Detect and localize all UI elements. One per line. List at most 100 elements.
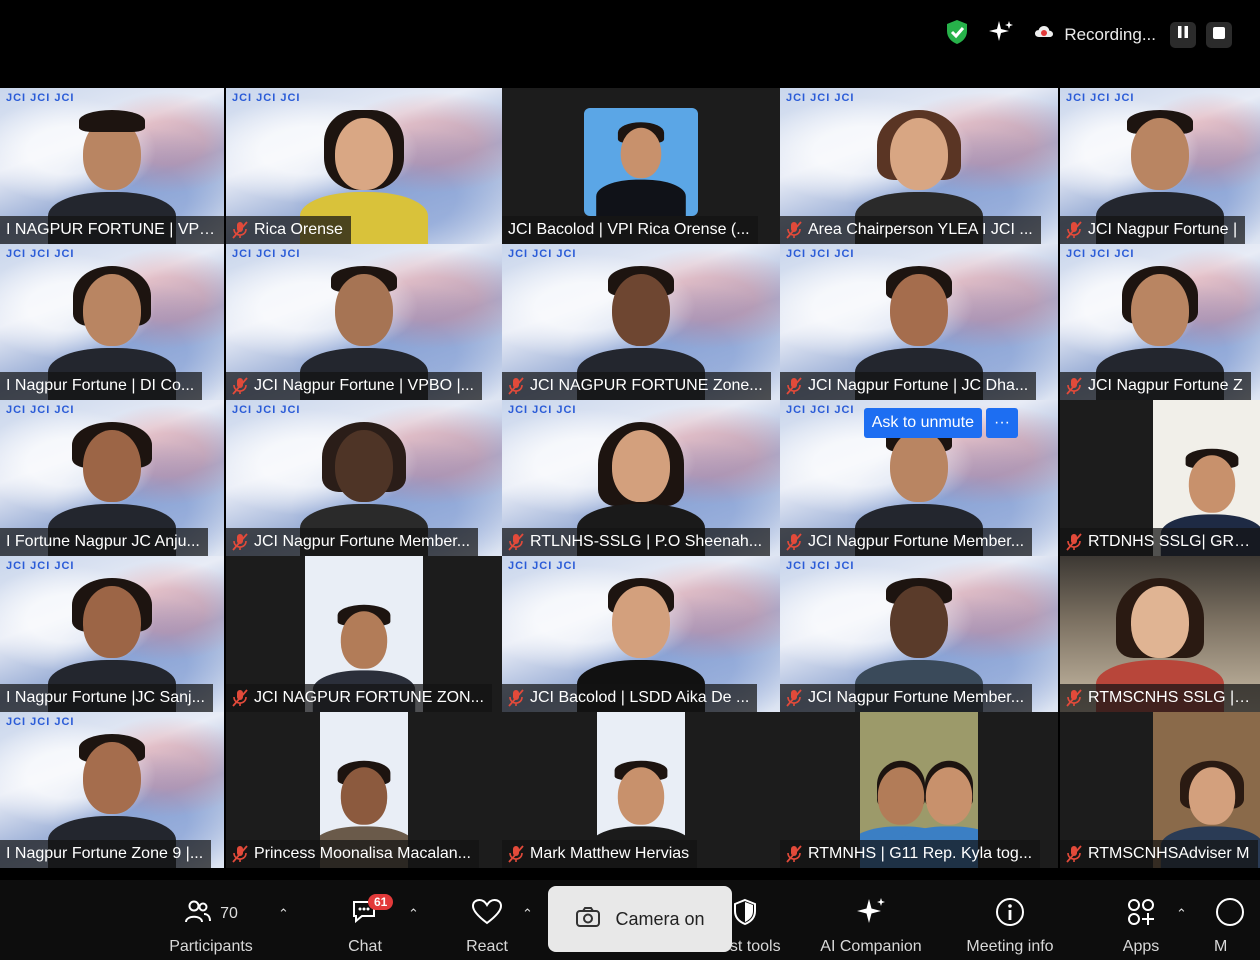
camera-icon — [575, 906, 601, 933]
pause-icon — [1177, 25, 1189, 44]
participant-tile[interactable]: JCI NAGPUR FORTUNE Zone... — [502, 244, 780, 400]
mic-muted-icon — [232, 845, 248, 863]
participant-name: Princess Moonalisa Macalan... — [254, 845, 471, 862]
participant-tile[interactable]: I NAGPUR FORTUNE | VP ... — [0, 88, 224, 244]
participant-tile[interactable]: I Nagpur Fortune Zone 9 |... — [0, 712, 224, 868]
participant-tile[interactable]: JCI Nagpur Fortune | JC Dha... — [780, 244, 1058, 400]
meeting-info-button[interactable]: Meeting info — [955, 896, 1065, 956]
participant-tile[interactable]: RTMSCNHS SSLG | Tr — [1060, 556, 1260, 712]
chat-unread-badge: 61 — [368, 894, 394, 910]
chat-caret-icon[interactable]: ⌃ — [408, 906, 419, 922]
heart-icon — [471, 898, 503, 931]
mic-muted-icon — [508, 533, 524, 551]
stop-recording-button[interactable] — [1206, 21, 1232, 48]
apps-icon — [1126, 897, 1156, 932]
participants-count: 70 — [220, 905, 238, 922]
camera-on-button[interactable]: Camera on — [548, 886, 732, 952]
participant-video — [584, 108, 698, 216]
participant-name: Mark Matthew Hervias — [530, 845, 690, 862]
participant-tile[interactable]: Mark Matthew Hervias — [502, 712, 780, 868]
mic-muted-icon — [1066, 221, 1082, 239]
participant-tile[interactable]: RTMNHS | G11 Rep. Kyla tog... — [780, 712, 1058, 868]
participant-name: JCI Nagpur Fortune Member... — [254, 533, 471, 550]
participant-name: JCI Bacolod | LSDD Aika De ... — [530, 689, 750, 706]
mic-muted-icon — [1066, 689, 1082, 707]
participant-tile[interactable]: Ask to unmute ··· JCI Nagpur Fortune Mem… — [780, 400, 1058, 556]
camera-on-label: Camera on — [615, 908, 705, 929]
mic-muted-icon — [786, 689, 802, 707]
chat-button[interactable]: 61 Chat — [310, 894, 420, 956]
participants-button[interactable]: 70 Participants — [156, 896, 266, 956]
participant-tile[interactable]: JCI NAGPUR FORTUNE ZON... — [226, 556, 502, 712]
ai-companion-label: AI Companion — [820, 938, 922, 955]
participant-name: JCI NAGPUR FORTUNE Zone... — [530, 377, 763, 394]
apps-button[interactable]: Apps — [1086, 896, 1196, 956]
pause-recording-button[interactable] — [1170, 21, 1196, 48]
participant-tile[interactable]: RTLNHS-SSLG | P.O Sheenah... — [502, 400, 780, 556]
participant-tile[interactable]: I Nagpur Fortune |JC Sanj... — [0, 556, 224, 712]
more-label: M — [1214, 938, 1228, 955]
chat-label: Chat — [348, 938, 382, 955]
participants-caret-icon[interactable]: ⌃ — [278, 906, 289, 922]
mic-muted-icon — [508, 845, 524, 863]
ai-companion-button[interactable]: AI Companion — [816, 896, 926, 956]
participant-name: Rica Orense — [254, 221, 343, 238]
mic-muted-icon — [232, 533, 248, 551]
more-button[interactable]: M — [1214, 896, 1260, 956]
participant-name: JCI Nagpur Fortune Member... — [808, 533, 1025, 550]
participant-name: I Fortune Nagpur JC Anju... — [6, 533, 200, 550]
participant-name: JCI Nagpur Fortune | VPBO |... — [254, 377, 474, 394]
sparkle-icon — [855, 896, 887, 933]
mic-muted-icon — [1066, 845, 1082, 863]
mic-muted-icon — [232, 377, 248, 395]
more-options-button[interactable]: ··· — [986, 408, 1018, 438]
ask-to-unmute-overlay: Ask to unmute ··· — [863, 408, 1018, 438]
react-caret-icon[interactable]: ⌃ — [522, 906, 533, 922]
participant-name: I Nagpur Fortune Zone 9 |... — [6, 845, 204, 862]
apps-caret-icon[interactable]: ⌃ — [1176, 906, 1187, 922]
participant-name: I Nagpur Fortune | DI Co... — [6, 377, 195, 394]
participant-tile[interactable]: RTDNHS SSLG| GRAD — [1060, 400, 1260, 556]
more-icon — [1214, 896, 1246, 933]
info-icon — [994, 896, 1026, 933]
participant-name: I NAGPUR FORTUNE | VP ... — [6, 221, 216, 238]
participant-tile[interactable]: I Fortune Nagpur JC Anju... — [0, 400, 224, 556]
participant-name: RTMNHS | G11 Rep. Kyla tog... — [808, 845, 1033, 862]
participant-tile[interactable]: JCI Nagpur Fortune | — [1060, 88, 1260, 244]
sparkle-icon[interactable] — [988, 19, 1014, 50]
participant-tile-active-speaker[interactable]: JCI Bacolod | VPI Rica Orense (... — [502, 88, 780, 244]
participant-name: RTDNHS SSLG| GRAD — [1088, 533, 1252, 550]
participant-name: JCI Bacolod | VPI Rica Orense (... — [508, 221, 750, 238]
participant-name: JCI Nagpur Fortune Member... — [808, 689, 1025, 706]
participant-tile[interactable]: JCI Bacolod | LSDD Aika De ... — [502, 556, 780, 712]
participant-tile[interactable]: Princess Moonalisa Macalan... — [226, 712, 502, 868]
shield-check-icon[interactable] — [944, 18, 970, 51]
participant-tile[interactable]: JCI Nagpur Fortune | VPBO |... — [226, 244, 502, 400]
mic-muted-icon — [1066, 377, 1082, 395]
participants-label: Participants — [169, 938, 253, 955]
participant-tile[interactable]: Rica Orense — [226, 88, 502, 244]
participant-tile[interactable]: JCI Nagpur Fortune Member... — [780, 556, 1058, 712]
top-bar-controls: Recording... — [944, 18, 1232, 51]
participant-tile[interactable]: JCI Nagpur Fortune Member... — [226, 400, 502, 556]
mic-muted-icon — [508, 377, 524, 395]
participant-name: JCI Nagpur Fortune | — [1088, 221, 1238, 238]
participant-name: RTMSCNHS SSLG | Tr — [1088, 689, 1252, 706]
mic-muted-icon — [786, 377, 802, 395]
participant-name: RTMSCNHSAdviser M — [1088, 845, 1250, 862]
participant-name: JCI NAGPUR FORTUNE ZON... — [254, 689, 484, 706]
mic-muted-icon — [1066, 533, 1082, 551]
participant-tile[interactable]: I Nagpur Fortune | DI Co... — [0, 244, 224, 400]
participant-tile[interactable]: JCI Nagpur Fortune Z — [1060, 244, 1260, 400]
recording-status: Recording... — [1064, 24, 1156, 44]
meeting-info-label: Meeting info — [966, 938, 1054, 955]
participant-tile[interactable]: RTMSCNHSAdviser M — [1060, 712, 1260, 868]
top-bar: Recording... — [0, 0, 1260, 66]
participant-name: Area Chairperson YLEA I JCI ... — [808, 221, 1033, 238]
react-button[interactable]: React — [432, 896, 542, 956]
ask-to-unmute-button[interactable]: Ask to unmute — [863, 408, 983, 438]
participant-tile[interactable]: Area Chairperson YLEA I JCI ... — [780, 88, 1058, 244]
apps-label: Apps — [1122, 938, 1160, 955]
participants-icon — [184, 898, 212, 931]
participant-name: JCI Nagpur Fortune Z — [1088, 377, 1243, 394]
